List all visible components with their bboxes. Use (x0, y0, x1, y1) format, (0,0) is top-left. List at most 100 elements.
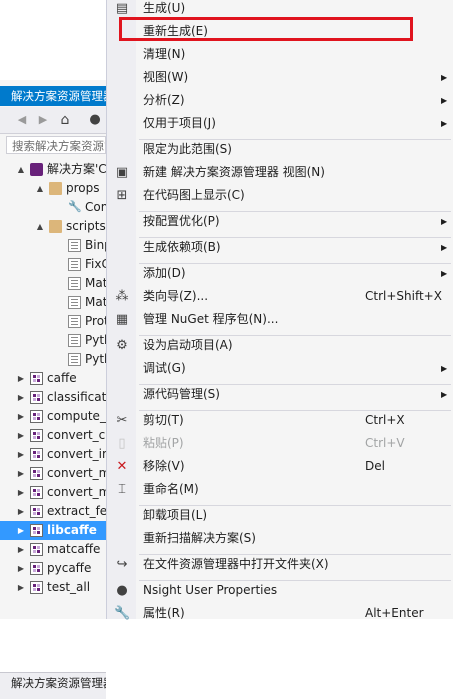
menu-item[interactable]: ↪ 在文件资源管理器中打开文件夹(X) (107, 553, 453, 576)
tree-item[interactable]: PythonPreBuild.cmd (0, 350, 106, 369)
project-icon (30, 562, 43, 575)
tree-item[interactable]: MatlabPostBuild.cmd (0, 274, 106, 293)
expand-icon[interactable]: ▶ (16, 502, 26, 521)
collapse-icon[interactable]: ▲ (35, 179, 45, 198)
file-icon (68, 334, 81, 347)
menu-item[interactable]: ▦ 管理 NuGet 程序包(N)... (107, 308, 453, 331)
tree-item[interactable]: ▶ matcaffe (0, 540, 106, 559)
tree-item[interactable]: ▶ libcaffe (0, 521, 106, 540)
tree-item-label: classification (47, 390, 106, 404)
tree-item[interactable]: ▶ caffe (0, 369, 106, 388)
expand-icon[interactable]: ▶ (16, 521, 26, 540)
file-icon (68, 353, 81, 366)
tree-item-label: libcaffe (47, 523, 97, 537)
tree-item[interactable]: ▲ scripts (0, 217, 106, 236)
tree-item[interactable]: ▶ convert_imageset (0, 445, 106, 464)
expand-icon[interactable]: ▶ (16, 559, 26, 578)
expand-icon[interactable]: ▶ (16, 483, 26, 502)
forward-icon[interactable]: ▶ (35, 112, 51, 128)
menu-item[interactable]: ⌶ 重命名(M) (107, 478, 453, 501)
menu-item[interactable]: ✂ 剪切(T) Ctrl+X (107, 409, 453, 432)
menu-item-label: 按配置优化(P) (143, 214, 220, 228)
menu-item[interactable]: ⁂ 类向导(Z)... Ctrl+Shift+X (107, 285, 453, 308)
menu-item-label: 限定为此范围(S) (143, 142, 232, 156)
tree-item[interactable]: ProtoCompile.cmd (0, 312, 106, 331)
menu-item[interactable]: ● Nsight User Properties (107, 579, 453, 602)
expand-icon[interactable]: ▶ (16, 578, 26, 597)
menu-item[interactable]: 调试(G) ▶ (107, 357, 453, 380)
expand-icon[interactable]: ▶ (16, 369, 26, 388)
highlight-box (119, 17, 413, 41)
file-icon (68, 315, 81, 328)
project-icon (30, 581, 43, 594)
menu-item[interactable]: 重新扫描解决方案(S) (107, 527, 453, 550)
menu-item[interactable]: 添加(D) ▶ (107, 262, 453, 285)
expand-icon[interactable]: ▶ (16, 445, 26, 464)
menu-item[interactable]: 生成依赖项(B) ▶ (107, 236, 453, 259)
tree-item[interactable]: ▶ extract_features (0, 502, 106, 521)
menu-item-label: 属性(R) (143, 606, 185, 620)
file-icon (68, 296, 81, 309)
back-icon[interactable]: ◀ (14, 112, 30, 128)
expand-icon[interactable]: ▶ (16, 540, 26, 559)
menu-item-label: 移除(V) (143, 459, 185, 473)
file-icon (68, 277, 81, 290)
tree-item[interactable]: ▶ test_all (0, 578, 106, 597)
tree-item[interactable]: ▶ classification (0, 388, 106, 407)
menu-item[interactable]: 清理(N) (107, 43, 453, 66)
tree-item[interactable]: FixGFlagsNaming.cmd (0, 255, 106, 274)
menu-item[interactable]: ▣ 新建 解决方案资源管理器 视图(N) (107, 161, 453, 184)
project-icon (30, 448, 43, 461)
menu-item-label: 剪切(T) (143, 413, 184, 427)
home-icon[interactable]: ⌂ (57, 112, 73, 128)
project-icon (30, 372, 43, 385)
menu-item[interactable]: 仅用于项目(J) ▶ (107, 112, 453, 135)
expand-icon[interactable]: ▶ (16, 407, 26, 426)
expand-icon[interactable]: ▶ (16, 426, 26, 445)
tree-item[interactable]: MatlabPreBuild.cmd (0, 293, 106, 312)
tree-item[interactable]: ▶ pycaffe (0, 559, 106, 578)
menu-item-label: 重新扫描解决方案(S) (143, 531, 256, 545)
expand-icon[interactable]: ▶ (16, 388, 26, 407)
menu-item[interactable]: ⚙ 设为启动项目(A) (107, 334, 453, 357)
tree-item[interactable]: PythonPostBuild.cmd (0, 331, 106, 350)
menu-item[interactable]: 源代码管理(S) ▶ (107, 383, 453, 406)
gear-icon: ⚙ (116, 338, 128, 353)
new-view-icon: ▣ (115, 165, 129, 180)
tree-item[interactable]: ▶ convert_mnist_siamese_data (0, 483, 106, 502)
tree-item-label: convert_imageset (47, 447, 106, 461)
menu-item-label: 卸载项目(L) (143, 508, 208, 522)
tree-item[interactable]: ▶ convert_cifar_data (0, 426, 106, 445)
project-icon (30, 524, 43, 537)
tree-item[interactable]: ▲ props (0, 179, 106, 198)
search-input[interactable]: 搜索解决方案资源管理器 (6, 136, 106, 154)
menu-item[interactable]: 限定为此范围(S) (107, 138, 453, 161)
menu-item[interactable]: 卸载项目(L) (107, 504, 453, 527)
solution-explorer-panel: 解决方案资源管理器 ◀ ▶ ⌂ ● 搜索解决方案资源管理器 ▲解决方案'Caff… (0, 80, 106, 699)
menu-item[interactable]: 视图(W) ▶ (107, 66, 453, 89)
tree-item[interactable]: BinplaceCudaDependencies.ps1 (0, 236, 106, 255)
settings-icon[interactable]: ● (87, 112, 103, 128)
tree-item-label: convert_mnist_data (47, 466, 106, 480)
tree-item-label: compute_image_mean (47, 409, 106, 423)
menu-item-label: 在文件资源管理器中打开文件夹(X) (143, 557, 329, 571)
menu-item[interactable]: 分析(Z) ▶ (107, 89, 453, 112)
project-icon (30, 486, 43, 499)
collapse-icon[interactable]: ▲ (16, 160, 26, 179)
tree-item[interactable]: 🔧Common (0, 198, 106, 217)
solution-explorer-tab[interactable]: 解决方案资源管理器 (0, 672, 106, 699)
file-icon (68, 239, 81, 252)
menu-item-shortcut: Ctrl+V (365, 436, 405, 450)
menu-item[interactable]: 🔧 属性(R) Alt+Enter (107, 602, 453, 625)
project-icon (30, 505, 43, 518)
menu-item[interactable]: 按配置优化(P) ▶ (107, 210, 453, 233)
menu-item[interactable]: ✕ 移除(V) Del (107, 455, 453, 478)
tree-item[interactable]: ▲ 解决方案'Caffe' (0, 160, 106, 179)
menu-item[interactable]: ⊞ 在代码图上显示(C) (107, 184, 453, 207)
tree-item-label: 解决方案'Caffe' (47, 162, 106, 176)
tree-item[interactable]: ▶ convert_mnist_data (0, 464, 106, 483)
solution-tree: ▲解决方案'Caffe'▲props🔧Common▲scriptsBinplac… (0, 160, 106, 600)
tree-item[interactable]: ▶ compute_image_mean (0, 407, 106, 426)
expand-icon[interactable]: ▶ (16, 464, 26, 483)
collapse-icon[interactable]: ▲ (35, 217, 45, 236)
